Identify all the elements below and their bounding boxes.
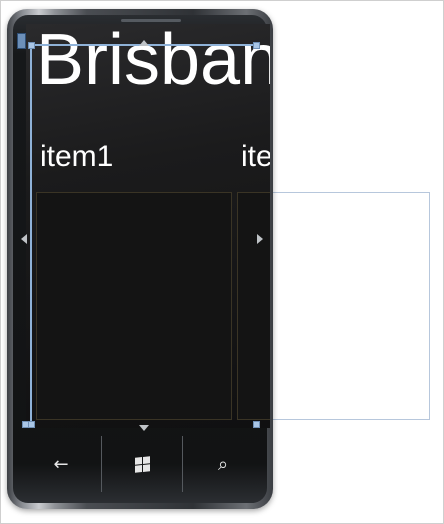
pivot-header-item1[interactable]: item1: [40, 142, 113, 172]
designer-adorner[interactable]: [17, 33, 26, 49]
search-button[interactable]: ⌕: [183, 436, 263, 492]
search-icon: ⌕: [217, 453, 229, 475]
page-title: Brisbane: [36, 24, 270, 100]
resize-arrow-left-icon[interactable]: [21, 234, 27, 244]
pivot-item-content-2[interactable]: [237, 192, 270, 420]
resize-handle-top-right[interactable]: [253, 42, 260, 49]
pivot-item-content-1[interactable]: [36, 192, 232, 420]
resize-handle-top-left[interactable]: [28, 42, 35, 49]
phone-screen: Brisbane item1 item2: [26, 24, 270, 428]
selection-guide-left: [30, 44, 32, 424]
back-arrow-icon: ←: [53, 453, 69, 475]
resize-handle-bottom-left[interactable]: [28, 421, 35, 428]
offscreen-pivot-item-outline: [270, 192, 430, 420]
back-button[interactable]: ←: [21, 436, 101, 492]
hardware-nav-bar: ← ⌕: [21, 434, 263, 494]
resize-arrow-right-icon[interactable]: [257, 234, 263, 244]
resize-arrow-down-icon[interactable]: [139, 425, 149, 431]
resize-handle-bottom-left-outer[interactable]: [22, 421, 29, 428]
start-button[interactable]: [102, 436, 182, 492]
earpiece-slot: [121, 19, 181, 22]
resize-arrow-up-icon[interactable]: [139, 40, 149, 46]
pivot-header-item2[interactable]: item2: [241, 142, 270, 172]
windows-logo-icon: [134, 455, 150, 473]
resize-handle-bottom-right[interactable]: [253, 421, 260, 428]
